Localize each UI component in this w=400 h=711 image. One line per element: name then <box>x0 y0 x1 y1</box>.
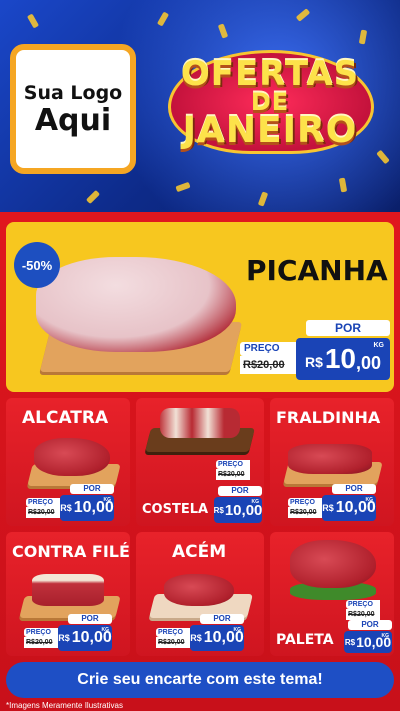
discount-badge: -50% <box>14 242 60 288</box>
paleta-image <box>280 536 384 606</box>
confetti <box>175 181 191 193</box>
preco-label: PREÇO <box>26 498 60 507</box>
featured-product-name: PICANHA <box>246 254 388 287</box>
new-price: R$ 10,00 KG <box>60 495 114 521</box>
preco-label: PREÇO <box>240 342 296 356</box>
confetti <box>217 23 229 39</box>
headline-word-janeiro: JANEIRO <box>182 110 358 151</box>
price-tag: POR R$ 10,00 KG <box>214 486 262 524</box>
por-label: POR <box>306 320 390 336</box>
old-price: R$20,00 <box>346 609 380 620</box>
por-label: POR <box>200 614 244 624</box>
price-tag: POR PREÇO R$20,00 R$ 10,00 KG <box>288 484 376 522</box>
old-price: R$20,00 <box>24 637 58 648</box>
product-card-alcatra[interactable]: ALCATRA POR PREÇO R$20,00 R$ 10,00 KG <box>6 398 130 526</box>
logo-line1: Sua Logo <box>23 81 123 104</box>
featured-product-card[interactable]: -50% PICANHA POR PREÇO R$20,00 R$ 10 ,00… <box>6 222 394 392</box>
price-tag: POR PREÇO R$20,00 R$ 10,00 KG <box>156 614 244 652</box>
currency-symbol: R$ <box>190 633 202 643</box>
fraldinha-image <box>280 434 384 490</box>
currency-symbol: R$ <box>58 633 70 643</box>
por-label: POR <box>70 484 114 494</box>
price-tag: POR PREÇO R$20,00 R$ 10,00 KG <box>24 614 112 652</box>
product-name: PALETA <box>276 632 334 648</box>
confetti <box>85 189 101 205</box>
product-card-paleta[interactable]: PREÇO R$20,00 PALETA POR R$ 10,00 KG <box>270 532 394 656</box>
product-card-contra-file[interactable]: CONTRA FILÉ POR PREÇO R$20,00 R$ 10,00 K… <box>6 532 130 656</box>
new-price: R$ 10,00 KG <box>344 631 392 653</box>
logo-placeholder[interactable]: Sua Logo Aqui <box>10 44 136 174</box>
new-price-dec: ,00 <box>356 352 382 373</box>
currency-symbol: R$ <box>60 503 72 513</box>
preco-label: PREÇO <box>24 628 58 637</box>
new-price-int: 10 <box>324 343 357 374</box>
product-name: CONTRA FILÉ <box>12 542 130 561</box>
offers-area: -50% PICANHA POR PREÇO R$20,00 R$ 10 ,00… <box>0 212 400 711</box>
preco-label: PREÇO <box>216 460 250 469</box>
product-name: FRALDINHA <box>276 408 381 427</box>
currency-symbol: R$ <box>344 637 356 647</box>
por-label: POR <box>332 484 376 494</box>
unit-label: KG <box>103 497 112 503</box>
preco-label: PREÇO <box>156 628 190 637</box>
price-tag: POR R$ 10,00 KG <box>344 620 392 654</box>
header-banner: Sua Logo Aqui OFERTAS DE JANEIRO <box>0 0 400 212</box>
currency-symbol: R$ <box>213 505 224 515</box>
new-price: R$ 10,00 KG <box>58 625 112 651</box>
currency-symbol: R$ <box>322 503 334 513</box>
confetti <box>156 11 170 27</box>
price-tag: POR PREÇO R$20,00 R$ 10,00 KG <box>26 484 114 522</box>
preco-label: PREÇO <box>346 600 380 609</box>
new-price: R$ 10,00 KG <box>322 495 376 521</box>
product-card-costela[interactable]: PREÇO R$20,00 COSTELA POR R$ 10,00 KG <box>136 398 264 526</box>
por-label: POR <box>218 486 262 496</box>
price-tag-preco: PREÇO R$20,00 <box>216 460 260 486</box>
old-price: R$20,00 <box>240 356 296 374</box>
costela-image <box>144 402 256 458</box>
price-tag-preco: PREÇO R$20,00 <box>346 600 390 622</box>
unit-label: KG <box>101 627 110 633</box>
unit-label: KG <box>233 627 242 633</box>
confetti <box>257 191 269 207</box>
new-price: R$ 10,00 KG <box>214 497 262 523</box>
confetti <box>338 177 348 193</box>
old-price: R$20,00 <box>26 507 60 518</box>
confetti <box>26 13 40 29</box>
product-card-fraldinha[interactable]: FRALDINHA POR PREÇO R$20,00 R$ 10,00 KG <box>270 398 394 526</box>
currency-symbol: R$ <box>304 354 323 370</box>
product-name: ALCATRA <box>22 408 109 428</box>
confetti <box>295 8 311 22</box>
preco-label: PREÇO <box>288 498 322 507</box>
product-card-acem[interactable]: ACÉM POR PREÇO R$20,00 R$ 10,00 KG <box>136 532 264 656</box>
create-flyer-button[interactable]: Crie seu encarte com este tema! <box>6 662 394 698</box>
old-price: R$20,00 <box>216 469 250 480</box>
alcatra-image <box>24 434 121 490</box>
disclaimer-text: *Imagens Meramente Ilustrativas <box>6 701 123 710</box>
featured-price-tag: POR PREÇO R$20,00 R$ 10 ,00 KG <box>240 320 390 382</box>
unit-label: KG <box>381 633 390 639</box>
product-name: COSTELA <box>142 502 209 517</box>
por-label: POR <box>348 620 392 630</box>
headline-ofertas-de-janeiro: OFERTAS DE JANEIRO <box>150 42 390 162</box>
unit-label: KG <box>373 342 385 349</box>
old-price: R$20,00 <box>288 507 322 518</box>
por-label: POR <box>68 614 112 624</box>
logo-line2: Aqui <box>34 102 112 138</box>
new-price: R$ 10 ,00 KG <box>296 338 390 380</box>
unit-label: KG <box>251 499 260 505</box>
product-name: ACÉM <box>172 542 227 562</box>
new-price: R$ 10,00 KG <box>190 625 244 651</box>
unit-label: KG <box>365 497 374 503</box>
old-price: R$20,00 <box>156 637 190 648</box>
